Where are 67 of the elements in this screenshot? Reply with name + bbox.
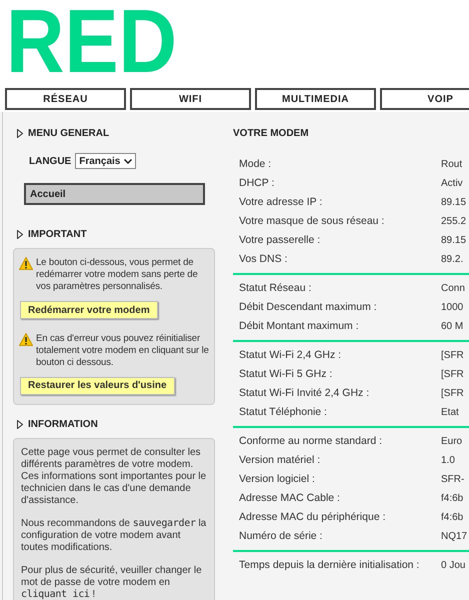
field-value: Conn: [441, 282, 465, 296]
field-label: Adresse MAC Cable :: [239, 490, 341, 506]
field-value: SFR-: [441, 473, 464, 487]
field-label: Mode :: [239, 156, 272, 172]
field-value: 1.0: [441, 454, 455, 468]
field-label: Conforme au norme standard :: [239, 434, 383, 449]
field-label: Adresse MAC du périphérique :: [239, 510, 386, 525]
triangle-icon: [17, 420, 23, 429]
field-label: Votre passerelle :: [239, 232, 322, 248]
language-label: LANGUE: [29, 154, 72, 168]
field-value: [SFR: [441, 349, 464, 363]
field-value: f4:6b: [441, 492, 464, 506]
field-value: 89.2.: [441, 253, 464, 267]
field-value: 60 M: [441, 320, 464, 334]
field-label: DHCP :: [239, 176, 276, 191]
field-value: 89.15: [441, 196, 466, 210]
field-value: Rout: [441, 158, 462, 172]
section-heading: MENU GENERAL: [28, 127, 110, 141]
field-label: Votre masque de sous réseau :: [239, 214, 386, 229]
field-label: Statut Réseau :: [239, 280, 312, 296]
field-value: [SFR: [441, 368, 464, 382]
field-value: Euro: [441, 435, 462, 449]
field-value: 89.15: [441, 234, 466, 248]
language-select[interactable]: Français: [75, 153, 136, 169]
warning-text: En cas d'erreur vous pouvez réinitialiser totalement votre modem en cliquant sur le bouton ci dessous.: [36, 332, 209, 368]
field-label: Statut Wi-Fi 5 GHz :: [239, 366, 334, 382]
inline-link[interactable]: cliquant ici: [21, 589, 90, 600]
info-paragraph: Pour plus de sécurité, veuiller changer le mot de passe de votre modem en cliquant ici !: [21, 565, 203, 600]
field-label: Débit Montant maximum :: [239, 318, 360, 334]
field-label: Statut Wi-Fi 2,4 GHz :: [239, 348, 342, 363]
field-value: Activ: [441, 177, 463, 191]
triangle-icon: [17, 230, 23, 239]
action-button[interactable]: Redémarrer votre modem: [20, 301, 158, 319]
field-label: Version matériel :: [239, 452, 322, 468]
nav-tab[interactable]: WIFI: [130, 88, 251, 110]
section-heading: INFORMATION: [28, 418, 98, 432]
field-label: Vos DNS :: [239, 252, 288, 267]
inline-link[interactable]: sauvegarder: [132, 518, 196, 529]
field-label: Votre adresse IP :: [239, 194, 324, 210]
warning-icon: [19, 332, 33, 346]
nav-tab[interactable]: VOIP: [380, 88, 469, 110]
field-label: Numéro de série :: [239, 528, 324, 544]
chevron-down-icon: [124, 158, 132, 164]
field-value: 255.2: [441, 215, 466, 229]
action-button[interactable]: Restaurer les valeurs d'usine: [20, 376, 175, 394]
field-label: Débit Descendant maximum :: [239, 300, 378, 315]
info-paragraph: Cette page vous permet de consulter les différents paramètres de votre modem. Ces informations sont importantes pour le technicien dans le cas d'une demande d'assistance.: [21, 447, 207, 507]
panel-title: VOTRE MODEM: [233, 127, 310, 141]
triangle-icon: [17, 129, 23, 138]
field-value: 1000: [441, 301, 464, 315]
field-value: f4:6b: [441, 511, 464, 525]
nav-tab[interactable]: RÉSEAU: [5, 88, 126, 110]
section-heading: IMPORTANT: [28, 228, 87, 242]
field-value: NQ17: [441, 530, 468, 544]
warning-text: Le bouton ci-dessous, vous permet de redémarrer votre modem sans perte de vos paramètres personnalisés.: [36, 257, 199, 293]
field-value: 0 Jou: [441, 559, 466, 573]
field-value: Etat: [441, 406, 459, 420]
nav-tab[interactable]: MULTIMEDIA: [255, 88, 376, 110]
field-label: Version logiciel :: [239, 472, 316, 487]
field-label: Temps depuis la dernière initialisation :: [239, 558, 420, 573]
menu-item[interactable]: Accueil: [24, 183, 205, 205]
info-paragraph: Nous recommandons de sauvegarder la configuration de votre modem avant toutes modifications.: [21, 518, 207, 554]
logo: RED: [6, 0, 178, 84]
field-value: [SFR: [441, 387, 464, 401]
field-label: Statut Téléphonie :: [239, 404, 328, 420]
warning-icon: [19, 257, 33, 270]
field-label: Statut Wi-Fi Invité 2,4 GHz :: [239, 386, 370, 401]
